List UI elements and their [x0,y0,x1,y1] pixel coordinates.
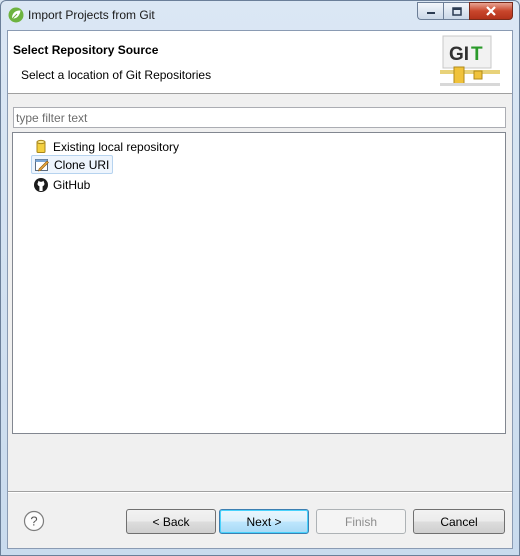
close-icon [486,6,496,16]
github-icon [34,177,48,192]
maximize-button[interactable] [443,2,469,20]
filter-input[interactable] [13,107,506,128]
list-item-label: Existing local repository [53,139,180,154]
back-button[interactable]: < Back [126,509,216,534]
minimize-icon [426,12,435,14]
spring-leaf-icon [8,7,24,23]
repository-cylinder-icon [36,139,46,153]
svg-text:T: T [471,44,483,65]
dialog-window: Import Projects from Git Select Reposito… [0,0,520,556]
dialog-content: Select Repository Source Select a locati… [7,30,513,549]
svg-text:GI: GI [449,44,469,65]
help-button[interactable]: ? [23,510,45,532]
list-item-clone-uri[interactable]: Clone URI [31,155,114,174]
title-bar[interactable]: Import Projects from Git [1,1,519,29]
help-icon: ? [30,514,37,529]
maximize-icon [451,6,462,16]
cancel-button[interactable]: Cancel [413,509,505,534]
git-logo-icon: GI T [440,35,500,86]
list-item-label: GitHub [53,177,91,192]
close-button[interactable] [469,2,513,20]
clone-uri-icon [35,158,49,171]
page-description: Select a location of Git Repositories [21,68,212,82]
finish-button[interactable]: Finish [316,509,406,534]
minimize-button[interactable] [417,2,443,20]
button-bar-separator [8,491,512,493]
list-item-github[interactable]: GitHub [31,175,93,194]
page-title: Select Repository Source [13,43,159,57]
next-button[interactable]: Next > [219,509,309,534]
repository-source-tree[interactable]: Existing local repository Clone URI GitH… [12,132,506,434]
window-title: Import Projects from Git [28,8,155,22]
window-controls [417,2,513,21]
list-item-existing-local-repository[interactable]: Existing local repository [31,137,182,156]
list-item-label: Clone URI [54,157,110,172]
wizard-header: Select Repository Source Select a locati… [8,31,512,94]
